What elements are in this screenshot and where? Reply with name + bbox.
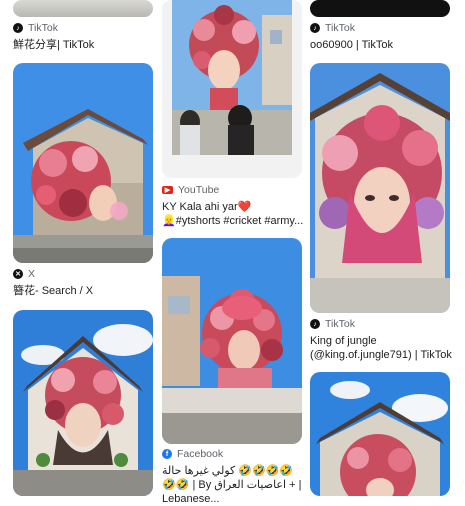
result-title[interactable]: كولي غيرها حالة 🤣🤣🤣🤣🤣🤣 | By اعاصيات العر… <box>162 464 302 506</box>
result-source: TikTok <box>325 22 355 34</box>
flower-mural-photo <box>13 63 153 263</box>
result-image-4[interactable] <box>13 63 153 263</box>
tiktok-icon: ♪ <box>310 23 320 33</box>
x-icon: ✕ <box>13 269 23 279</box>
result-title[interactable]: oo60900 | TikTok <box>310 38 455 52</box>
result-image-6[interactable] <box>162 238 302 444</box>
flower-mural-photo <box>310 372 450 496</box>
facebook-icon: f <box>162 449 172 459</box>
result-title[interactable]: KY Kala ahi yar❤️👱‍♀️#ytshorts #cricket … <box>162 200 307 228</box>
tiktok-icon: ♪ <box>310 319 320 329</box>
result-source: TikTok <box>28 22 58 34</box>
result-source: X <box>28 268 36 280</box>
result-image-8[interactable] <box>310 372 450 496</box>
result-source: Facebook <box>177 448 224 460</box>
result-meta-3: ▶ YouTube KY Kala ahi yar❤️👱‍♀️#ytshorts … <box>162 184 307 228</box>
result-source: YouTube <box>178 184 220 196</box>
flower-mural-photo <box>13 310 153 496</box>
result-title[interactable]: 簪花- Search / X <box>13 284 158 298</box>
tiktok-icon: ♪ <box>13 23 23 33</box>
flower-mural-photo <box>162 238 302 444</box>
result-image-7[interactable] <box>13 310 153 496</box>
result-title[interactable]: King of jungle (@king.of.jungle791) | Ti… <box>310 334 455 362</box>
result-meta-4: ✕ X 簪花- Search / X <box>13 268 158 298</box>
result-image-3[interactable] <box>162 0 302 178</box>
flower-mural-photo <box>310 63 450 313</box>
result-meta-6: f Facebook كولي غيرها حالة 🤣🤣🤣🤣🤣🤣 | By اع… <box>162 448 307 506</box>
result-source: TikTok <box>325 318 355 330</box>
flower-mural-photo <box>162 0 302 178</box>
result-meta-2: ♪ TikTok oo60900 | TikTok <box>310 22 455 52</box>
result-image-5[interactable] <box>310 63 450 313</box>
result-image-1[interactable] <box>13 0 153 17</box>
result-meta-1: ♪ TikTok 鮮花分享| TikTok <box>13 22 158 52</box>
youtube-icon: ▶ <box>162 186 173 194</box>
result-title[interactable]: 鮮花分享| TikTok <box>13 38 158 52</box>
result-meta-5: ♪ TikTok King of jungle (@king.of.jungle7… <box>310 318 455 362</box>
result-image-2[interactable] <box>310 0 450 17</box>
